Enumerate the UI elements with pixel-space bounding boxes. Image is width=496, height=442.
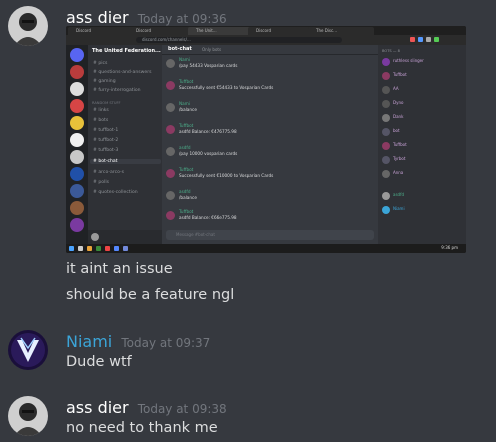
chat-message: Tuffbot Successfully sent €54433 to Vosp…	[166, 79, 376, 99]
channel-item: # gaming	[93, 79, 116, 84]
members-header: BOTS — 8	[382, 49, 400, 53]
chat-message: asdfd /pay 10000 vosparian cards	[166, 145, 376, 165]
member-item: Tyrbot	[382, 155, 466, 166]
author-name[interactable]: Niami	[66, 332, 112, 351]
server-icon	[70, 82, 84, 96]
chat-message: Nami /balance	[166, 101, 376, 121]
channel-item-selected: # bot-chat	[90, 159, 161, 164]
chat-message: Nami /pay 54433 Vosparian cards	[166, 57, 376, 77]
channel-item: # polls	[93, 180, 109, 185]
member-item: Dyno	[382, 99, 466, 110]
server-icon	[70, 99, 84, 113]
browser-tab: The Unit...	[188, 27, 254, 35]
author-name[interactable]: ass dier	[66, 8, 129, 27]
message-text: no need to thank me	[66, 420, 218, 436]
channel-item: # tuffbot-3	[93, 148, 119, 153]
browser-tab: Discord	[128, 27, 194, 35]
member-item: asdfd	[382, 191, 466, 202]
channel-sidebar: The United Federation... # pics # questi…	[88, 45, 162, 244]
server-icon	[70, 133, 84, 147]
server-icon	[70, 218, 84, 232]
timestamp: Today at 09:36	[137, 12, 227, 26]
browser-url-bar: discord.com/channels/...	[66, 35, 466, 45]
channel-item: # links	[93, 108, 109, 113]
discord-home-icon	[70, 48, 84, 62]
message-header: ass dier Today at 09:38	[66, 398, 227, 417]
server-icon	[70, 150, 84, 164]
member-item: ruthless slinger	[382, 57, 466, 68]
member-item: Tuffbot	[382, 71, 466, 82]
server-name: The United Federation...	[92, 48, 161, 54]
channel-topic: Only bots	[202, 47, 222, 52]
server-icon	[70, 116, 84, 130]
channel-item: # bots	[93, 118, 109, 123]
timestamp: Today at 09:38	[137, 402, 227, 416]
message-text: it aint an issue	[66, 261, 173, 277]
channel-item: # questions-and-answers	[93, 70, 152, 75]
channel-category: RANDOM STUFF	[92, 101, 121, 105]
server-icon	[70, 201, 84, 215]
browser-tab: Discord	[248, 27, 314, 35]
member-item: bot	[382, 127, 466, 138]
message-text: Dude wtf	[66, 354, 132, 370]
message-header: ass dier Today at 09:36	[66, 8, 227, 27]
browser-tab-bar: Discord Discord The Unit... Discord The …	[66, 26, 466, 35]
author-name[interactable]: ass dier	[66, 398, 129, 417]
member-item: Anna	[382, 169, 466, 180]
avatar[interactable]	[8, 330, 48, 370]
channel-item: # arco-arco-s	[93, 170, 125, 175]
server-icon	[70, 167, 84, 181]
member-item: Niami	[382, 205, 466, 216]
member-item: Dank	[382, 113, 466, 124]
clock: 9:36 pm	[441, 245, 458, 250]
channel-item: # quotes-collection	[93, 190, 138, 195]
server-icon	[70, 65, 84, 79]
channel-item: # furry-interrogation	[93, 88, 141, 93]
url-field: discord.com/channels/...	[136, 37, 342, 43]
member-list: BOTS — 8 ruthless slinger Tuffbot AA Dyn…	[378, 45, 466, 244]
avatar[interactable]	[8, 396, 48, 436]
chat-message: Tuffbot asdfd Balance: €476775.98	[166, 123, 376, 143]
user-panel	[88, 230, 162, 244]
member-item: AA	[382, 85, 466, 96]
browser-tab: Discord	[68, 27, 134, 35]
avatar[interactable]	[8, 6, 48, 46]
browser-tab: The Disc...	[308, 27, 374, 35]
chat-area: bot-chat Only bots Nami /pay 54433 Vospa…	[162, 45, 378, 244]
server-list	[66, 45, 88, 244]
timestamp: Today at 09:37	[121, 336, 211, 350]
chat-message: asdfd /balance	[166, 189, 376, 209]
server-icon	[70, 184, 84, 198]
channel-title: bot-chat	[168, 46, 192, 52]
image-attachment[interactable]: Discord Discord The Unit... Discord The …	[66, 26, 466, 253]
channel-item: # tuffbot-2	[93, 138, 119, 143]
chat-message: Tuffbot asdfd Balance: €66e775.98	[166, 209, 376, 229]
member-item: Tuffbot	[382, 141, 466, 152]
message-text: should be a feature ngl	[66, 287, 235, 303]
message-header: Niami Today at 09:37	[66, 332, 210, 351]
chat-header: bot-chat Only bots	[162, 45, 378, 55]
channel-item: # pics	[93, 61, 108, 66]
os-taskbar: 9:36 pm	[66, 244, 466, 253]
chat-message: Tuffbot Successfully sent €10000 to Vosp…	[166, 167, 376, 187]
channel-item: # tuffbot-1	[93, 128, 119, 133]
browser-extension-icons	[410, 37, 460, 43]
message-input: Message #bot-chat	[166, 230, 374, 240]
